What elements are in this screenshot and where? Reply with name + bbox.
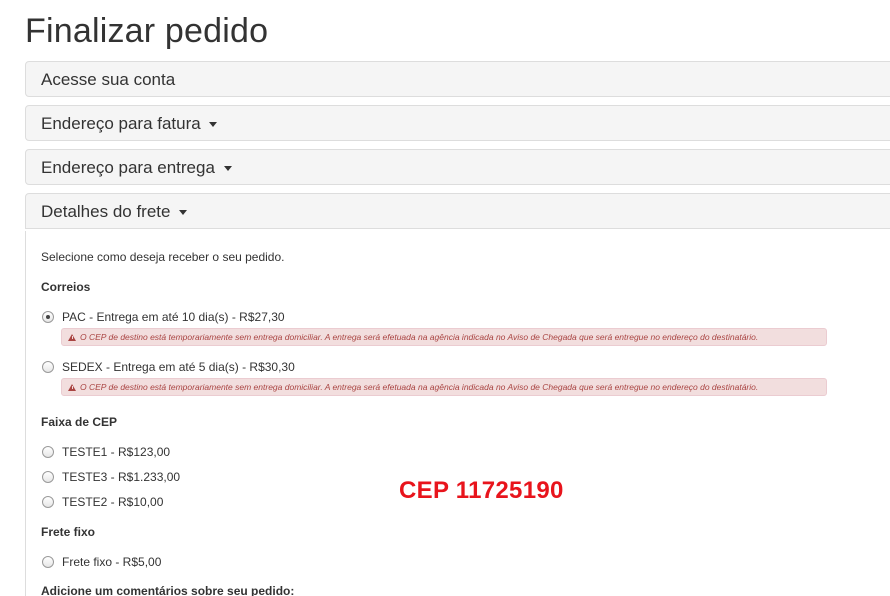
panel-delivery-heading[interactable]: Endereço para entrega (25, 149, 890, 185)
shipping-option-teste2[interactable]: TESTE2 - R$10,00 (42, 495, 163, 509)
comment-section-title: Adicione um comentários sobre seu pedido… (41, 584, 295, 596)
warning-text: O CEP de destino está temporariamente se… (80, 382, 759, 392)
shipping-option-label: SEDEX - Entrega em até 5 dia(s) - R$30,3… (62, 360, 295, 374)
warning-triangle-icon (68, 333, 76, 341)
radio-icon[interactable] (42, 446, 54, 458)
cep-annotation: CEP 11725190 (399, 477, 564, 504)
radio-icon[interactable] (42, 361, 54, 373)
group-title-faixa-cep: Faixa de CEP (41, 415, 118, 429)
radio-icon[interactable] (42, 471, 54, 483)
shipping-option-label: TESTE2 - R$10,00 (62, 495, 164, 509)
shipping-option-label: TESTE3 - R$1.233,00 (62, 470, 181, 484)
warning-text: O CEP de destino está temporariamente se… (80, 332, 759, 342)
panel-billing-heading[interactable]: Endereço para fatura (25, 105, 890, 141)
shipping-option-pac[interactable]: PAC - Entrega em até 10 dia(s) - R$27,30 (42, 310, 285, 324)
shipping-option-label: PAC - Entrega em até 10 dia(s) - R$27,30 (62, 310, 285, 324)
shipping-option-teste1[interactable]: TESTE1 - R$123,00 (42, 445, 170, 459)
warning-triangle-icon (68, 383, 76, 391)
shipping-intro: Selecione como deseja receber o seu pedi… (41, 250, 285, 264)
shipping-option-label: TESTE1 - R$123,00 (62, 445, 171, 459)
warning-alert-sedex: O CEP de destino está temporariamente se… (61, 378, 827, 396)
group-title-correios: Correios (41, 280, 91, 294)
panel-shipping-heading[interactable]: Detalhes do frete (25, 193, 890, 229)
group-title-frete-fixo: Frete fixo (41, 525, 96, 539)
radio-icon[interactable] (42, 556, 54, 568)
caret-down-icon (223, 166, 232, 172)
shipping-option-sedex[interactable]: SEDEX - Entrega em até 5 dia(s) - R$30,3… (42, 360, 295, 374)
shipping-panel-body: Selecione como deseja receber o seu pedi… (25, 231, 890, 596)
panel-billing-label: Endereço para fatura (41, 114, 201, 133)
shipping-option-teste3[interactable]: TESTE3 - R$1.233,00 (42, 470, 180, 484)
radio-icon[interactable] (42, 496, 54, 508)
warning-alert-pac: O CEP de destino está temporariamente se… (61, 328, 827, 346)
panel-delivery-label: Endereço para entrega (41, 158, 215, 177)
radio-icon[interactable] (42, 311, 54, 323)
panel-shipping-label: Detalhes do frete (41, 202, 171, 221)
page-title: Finalizar pedido (25, 12, 269, 50)
panel-login-heading[interactable]: Acesse sua conta (25, 61, 890, 97)
shipping-option-label: Frete fixo - R$5,00 (62, 555, 162, 569)
checkout-page: Finalizar pedido Acesse sua conta Endere… (0, 0, 890, 596)
caret-down-icon (209, 122, 218, 128)
caret-down-icon (179, 210, 188, 216)
panel-login-label: Acesse sua conta (41, 70, 176, 89)
shipping-option-frete-fixo[interactable]: Frete fixo - R$5,00 (42, 555, 161, 569)
